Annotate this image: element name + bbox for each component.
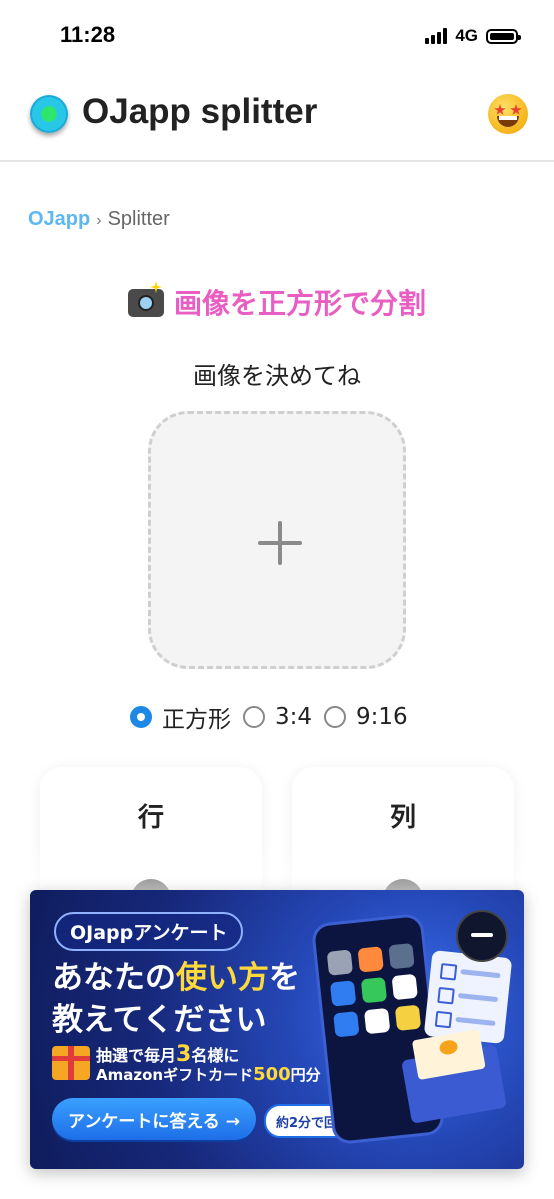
ratio-label-3-4: 3:4 [275, 704, 313, 730]
breadcrumb-separator: › [96, 212, 102, 229]
ad-prize-amount: 500 [253, 1064, 291, 1085]
ad-prize-line2: Amazonギフトカード500円分 [96, 1064, 321, 1085]
radio-3-4[interactable] [243, 706, 265, 728]
aspect-ratio-group: 正方形 3:4 9:16 [130, 700, 420, 734]
app-header: OJapp splitter [0, 70, 554, 162]
camera-flash-icon [127, 289, 164, 317]
status-bar: 11:28 4G [0, 0, 554, 70]
breadcrumb-current: Splitter [107, 208, 170, 230]
ad-headline-part: あなたの [52, 960, 176, 996]
ratio-option-9-16[interactable]: 9:16 [324, 704, 408, 730]
ratio-option-3-4[interactable]: 3:4 [243, 704, 312, 730]
ad-headline-part: を [269, 960, 300, 996]
ad-close-icon[interactable] [456, 910, 508, 962]
envelope-illustration-icon [401, 1044, 507, 1124]
status-time: 11:28 [60, 22, 116, 47]
radio-square[interactable] [130, 706, 152, 728]
answer-survey-button[interactable]: アンケートに答える → [52, 1098, 256, 1140]
radio-9-16[interactable] [324, 706, 347, 728]
app-logo-icon[interactable] [30, 95, 68, 133]
signal-icon [425, 28, 448, 44]
plus-icon [258, 521, 302, 565]
ratio-label-square: 正方形 [162, 707, 231, 733]
columns-label: 列 [389, 803, 416, 833]
rows-label: 行 [137, 803, 164, 833]
page-heading-text: 画像を正方形で分割 [173, 287, 426, 320]
ad-prize-text: 名様に [191, 1046, 240, 1065]
page-heading: 画像を正方形で分割 [0, 282, 554, 322]
ad-prize-text: 抽選で毎月 [96, 1046, 177, 1065]
ad-prize-text: 円分 [290, 1066, 321, 1084]
ad-headline-line1: あなたの使い方を [52, 952, 300, 997]
star-struck-emoji-icon[interactable] [488, 94, 528, 134]
status-indicators: 4G [425, 26, 521, 46]
breadcrumb-home-link[interactable]: OJapp [28, 208, 90, 230]
app-title[interactable]: OJapp splitter [82, 92, 317, 132]
network-type: 4G [455, 26, 478, 45]
upload-instruction: 画像を決めてね [193, 362, 361, 390]
survey-ad-banner[interactable]: OJappアンケート あなたの使い方を 教えてください 抽選で毎月3名様に Am… [30, 890, 524, 1169]
ad-headline-highlight: 使い方 [176, 960, 269, 996]
ratio-option-square[interactable]: 正方形 [130, 700, 231, 734]
gift-box-icon [52, 1046, 90, 1080]
battery-icon [486, 28, 521, 44]
ad-prize-text: Amazonギフトカード [96, 1066, 254, 1084]
ad-headline-line2: 教えてください [52, 1002, 267, 1038]
ad-survey-pill: OJappアンケート [54, 912, 244, 951]
ratio-label-9-16: 9:16 [356, 704, 408, 730]
breadcrumb: OJapp › Splitter [28, 208, 170, 231]
image-upload-dropzone[interactable] [148, 411, 406, 669]
